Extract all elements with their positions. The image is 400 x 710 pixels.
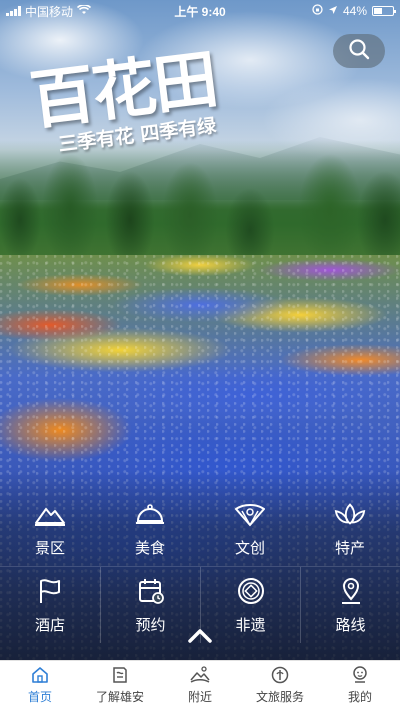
- mountain-icon: [34, 499, 66, 529]
- fan-icon: [234, 499, 266, 529]
- category-label: 文创: [234, 539, 265, 557]
- tab-about-xiongan[interactable]: 了解雄安: [80, 661, 160, 710]
- category-label: 路线: [335, 616, 366, 634]
- category-label: 美食: [134, 539, 165, 557]
- category-grid: 景区 美食 文创 特产 酒店 预约 非遗 路线: [0, 490, 400, 643]
- category-label: 特产: [334, 539, 365, 557]
- battery-percent: 44%: [342, 4, 367, 18]
- chevron-up-icon[interactable]: [186, 626, 214, 646]
- tab-label: 附近: [187, 690, 212, 704]
- tab-label: 首页: [27, 690, 52, 704]
- category-specialty[interactable]: 特产: [300, 490, 400, 566]
- status-right: 44%: [254, 4, 396, 18]
- tab-profile[interactable]: 我的: [320, 661, 400, 710]
- profile-icon: [349, 664, 371, 686]
- category-hotel[interactable]: 酒店: [0, 567, 100, 643]
- category-heritage[interactable]: 非遗: [200, 567, 300, 643]
- category-route[interactable]: 路线: [300, 567, 400, 643]
- category-creative[interactable]: 文创: [200, 490, 300, 566]
- battery-icon: [372, 6, 396, 16]
- category-booking[interactable]: 预约: [100, 567, 200, 643]
- food-dome-icon: [134, 499, 166, 529]
- tab-label: 我的: [347, 690, 372, 704]
- category-food[interactable]: 美食: [100, 490, 200, 566]
- status-left: 中国移动: [6, 3, 146, 20]
- carrier-name: 中国移动: [25, 4, 74, 19]
- location-pin-icon: [335, 576, 367, 606]
- search-button[interactable]: [333, 34, 385, 68]
- search-icon: [348, 38, 370, 65]
- category-label: 景区: [34, 539, 65, 557]
- rotation-lock-icon: [312, 4, 323, 18]
- location-arrow-icon: [328, 4, 338, 18]
- tab-nearby[interactable]: 附近: [160, 661, 240, 710]
- coin-pattern-icon: [235, 576, 267, 606]
- nearby-icon: [189, 664, 211, 686]
- tab-home[interactable]: 首页: [0, 661, 80, 710]
- calendar-icon: [135, 576, 167, 606]
- lotus-icon: [334, 499, 366, 529]
- category-label: 预约: [135, 616, 166, 634]
- category-scenic[interactable]: 景区: [0, 490, 100, 566]
- wifi-icon: [76, 4, 92, 18]
- tab-label: 了解雄安: [95, 690, 144, 704]
- tab-culture-service[interactable]: 文旅服务: [240, 661, 320, 710]
- category-label: 非遗: [235, 616, 266, 634]
- status-time: 上午 9:40: [174, 4, 226, 19]
- status-bar: 中国移动 上午 9:40 44%: [0, 0, 400, 22]
- flag-icon: [34, 576, 66, 606]
- bottom-tab-bar: 首页 了解雄安 附近 文旅服务 我的: [0, 660, 400, 710]
- book-icon: [109, 664, 131, 686]
- signal-icon: [6, 6, 21, 16]
- category-row-1: 景区 美食 文创 特产: [0, 490, 400, 566]
- tab-label: 文旅服务: [255, 690, 304, 704]
- home-icon: [29, 664, 51, 686]
- service-icon: [269, 664, 291, 686]
- category-label: 酒店: [34, 616, 65, 634]
